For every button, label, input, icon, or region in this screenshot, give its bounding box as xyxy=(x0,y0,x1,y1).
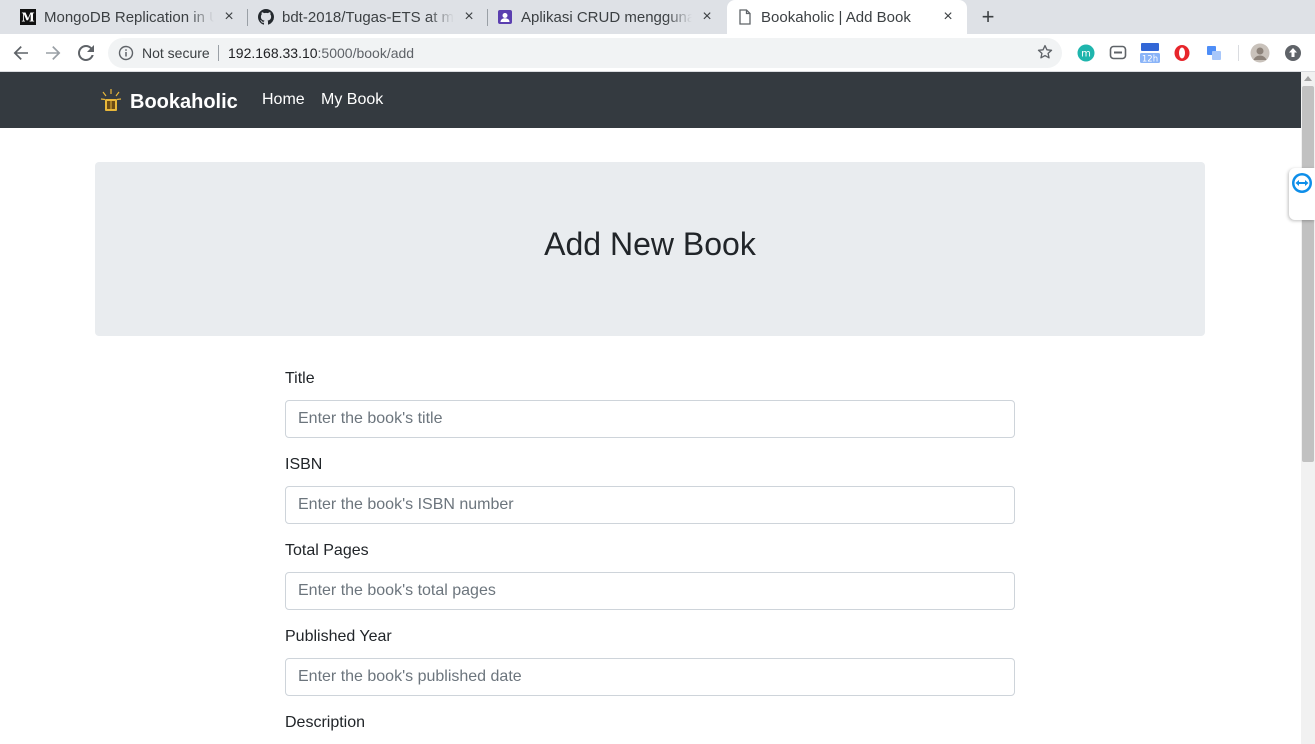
tab-title: MongoDB Replication in Ubuntu xyxy=(44,8,214,26)
new-tab-button[interactable]: + xyxy=(976,4,1000,30)
description-label: Description xyxy=(285,714,366,731)
teamviewer-widget[interactable] xyxy=(1289,168,1315,220)
security-label[interactable]: Not secure xyxy=(142,45,210,61)
page-title: Add New Book xyxy=(544,226,756,262)
forward-button[interactable] xyxy=(41,41,65,65)
published-year-label: Published Year xyxy=(285,628,392,645)
medium-icon: M xyxy=(20,9,36,25)
browser-tab-strip: M MongoDB Replication in Ubuntu × bdt-20… xyxy=(0,0,1315,34)
scroll-up-arrow-icon[interactable] xyxy=(1304,76,1312,81)
profile-avatar-icon[interactable] xyxy=(1250,43,1270,63)
forward-arrow-icon xyxy=(46,46,61,60)
mendeley-extension-icon[interactable]: m xyxy=(1076,43,1096,63)
tab-title: Bookaholic | Add Book xyxy=(761,8,911,26)
tab-title: bdt-2018/Tugas-ETS at master xyxy=(282,8,454,26)
brand-link[interactable]: Bookaholic xyxy=(100,87,238,118)
omnibox-divider xyxy=(218,45,219,61)
url-path: :5000/book/add xyxy=(317,45,415,61)
github-icon xyxy=(258,9,274,25)
svg-text:m: m xyxy=(1081,49,1091,60)
close-tab-icon[interactable]: × xyxy=(939,8,957,26)
teamviewer-icon xyxy=(1291,172,1313,199)
url-text[interactable]: 192.168.33.10:5000/book/add xyxy=(228,45,414,61)
info-icon[interactable] xyxy=(118,45,134,66)
book-lamp-icon xyxy=(100,87,122,118)
scrollbar-thumb[interactable] xyxy=(1302,86,1314,462)
brand-name: Bookaholic xyxy=(130,91,238,113)
url-host: 192.168.33.10 xyxy=(228,45,318,61)
total-pages-input[interactable] xyxy=(285,572,1015,610)
browser-tab-mongodb[interactable]: M MongoDB Replication in Ubuntu × xyxy=(0,0,248,34)
back-button[interactable] xyxy=(9,41,33,65)
chat-extension-icon[interactable] xyxy=(1108,43,1128,63)
svg-text:M: M xyxy=(21,11,34,25)
isbn-label: ISBN xyxy=(285,456,323,473)
published-year-input[interactable] xyxy=(285,658,1015,696)
browser-toolbar: Not secure 192.168.33.10:5000/book/add m… xyxy=(0,34,1315,72)
reload-button[interactable] xyxy=(74,41,98,65)
isbn-input[interactable] xyxy=(285,486,1015,524)
translate-extension-icon[interactable] xyxy=(1204,43,1224,63)
bookmark-star-icon[interactable] xyxy=(1036,43,1054,66)
tab-title: Aplikasi CRUD menggunakan xyxy=(521,8,692,26)
address-bar[interactable]: Not secure 192.168.33.10:5000/book/add xyxy=(108,38,1062,68)
toolbar-divider xyxy=(1238,45,1239,61)
calendar-extension-icon[interactable]: 12h xyxy=(1138,43,1162,65)
close-tab-icon[interactable]: × xyxy=(460,8,478,26)
close-tab-icon[interactable]: × xyxy=(220,8,238,26)
total-pages-label: Total Pages xyxy=(285,542,369,559)
extension-badge: 12h xyxy=(1142,55,1158,65)
opera-extension-icon[interactable] xyxy=(1172,43,1192,63)
nav-link-home[interactable]: Home xyxy=(262,91,305,109)
page-header-banner: Add New Book xyxy=(95,162,1205,336)
back-arrow-icon xyxy=(13,46,28,60)
browser-tab-aplikasi[interactable]: Aplikasi CRUD menggunakan × xyxy=(488,0,726,34)
contact-icon xyxy=(497,9,513,25)
update-menu-icon[interactable] xyxy=(1283,43,1303,63)
browser-tab-github[interactable]: bdt-2018/Tugas-ETS at master × xyxy=(248,0,488,34)
page-icon xyxy=(737,9,753,25)
close-tab-icon[interactable]: × xyxy=(698,8,716,26)
site-navbar: Bookaholic Home My Book xyxy=(0,72,1301,128)
nav-link-my-book[interactable]: My Book xyxy=(321,91,383,109)
title-label: Title xyxy=(285,370,315,387)
title-input[interactable] xyxy=(285,400,1015,438)
reload-icon xyxy=(78,45,94,61)
browser-tab-active[interactable]: Bookaholic | Add Book × xyxy=(727,0,967,34)
